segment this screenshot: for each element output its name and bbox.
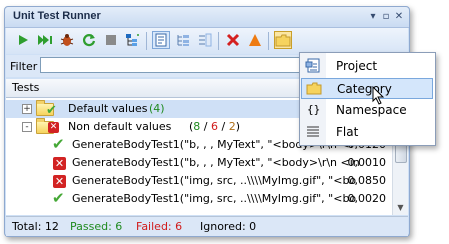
test-duration: 0,0010: [347, 156, 387, 169]
passed-count: Passed: 6: [70, 220, 123, 233]
clear-failed-icon[interactable]: [224, 31, 242, 49]
failed-x-icon: ✕: [53, 157, 66, 170]
folder-icon: [306, 81, 322, 97]
passed-check-icon: ✔: [52, 189, 65, 207]
scroll-down-icon[interactable]: ▼: [395, 201, 406, 214]
failed-x-icon: ✕: [48, 122, 59, 133]
group-count: (4): [149, 102, 165, 115]
refresh-icon[interactable]: [80, 31, 98, 49]
warning-icon[interactable]: [246, 31, 264, 49]
passed-check-icon: ✔: [46, 103, 57, 118]
menu-item-flat[interactable]: Flat: [301, 122, 433, 143]
test-name: GenerateBodyTest1("img, src, ..\\\\MyImg…: [72, 192, 357, 205]
group-by-menu: Project Category {} Namespace Flat: [299, 52, 436, 146]
group-name: Default values: [68, 102, 148, 115]
test-duration: 0,0020: [347, 192, 387, 205]
passed-check-icon: ✔: [52, 135, 65, 153]
title-bar: Unit Test Runner ▾ ▫ ✕: [5, 7, 409, 28]
expand-icon[interactable]: +: [22, 104, 32, 114]
toolbar: [6, 28, 408, 54]
project-icon: [305, 58, 321, 74]
test-duration: 0,0850: [347, 174, 387, 187]
menu-item-project[interactable]: Project: [301, 56, 433, 77]
group-by-icon[interactable]: [274, 31, 292, 49]
test-name: GenerateBodyTest1("b, , , MyText", "<bod…: [72, 156, 360, 169]
run-all-icon[interactable]: [36, 31, 54, 49]
failed-x-icon: ✕: [53, 175, 66, 188]
group-flat-icon[interactable]: [174, 31, 192, 49]
dropdown-arrow-icon[interactable]: ▾: [367, 11, 379, 23]
expand-icon[interactable]: [124, 31, 142, 49]
stop-icon[interactable]: [102, 31, 120, 49]
test-row[interactable]: ✔ GenerateBodyTest1("img, src, ..\\\\MyI…: [6, 190, 392, 208]
mouse-cursor-icon: [372, 85, 386, 106]
collapse-icon[interactable]: -: [22, 122, 32, 132]
menu-item-label: Project: [336, 59, 378, 73]
menu-item-category[interactable]: Category: [301, 78, 433, 99]
menu-item-namespace[interactable]: {} Namespace: [301, 100, 433, 121]
pin-icon[interactable]: ▫: [380, 11, 392, 23]
run-icon[interactable]: [14, 31, 32, 49]
debug-icon[interactable]: [58, 31, 76, 49]
status-bar: Total: 12 Passed: 6 Failed: 6 Ignored: 0: [6, 216, 408, 236]
ignored-count: Ignored: 0: [200, 220, 257, 233]
total-count: Total: 12: [12, 220, 59, 233]
failed-count: Failed: 6: [136, 220, 183, 233]
filter-label: Filter: [10, 60, 38, 73]
test-row[interactable]: ✕ GenerateBodyTest1("img, src, ..\\\\MyI…: [6, 172, 392, 190]
test-row[interactable]: ✕ GenerateBodyTest1("b, , , MyText", "<b…: [6, 154, 392, 172]
group-project-icon[interactable]: [152, 31, 170, 49]
menu-item-label: Flat: [336, 125, 359, 139]
test-name: GenerateBodyTest1("img, src, ..\\\\MyImg…: [72, 174, 357, 187]
tests-header-label: Tests: [12, 81, 40, 94]
group-namespace-icon[interactable]: [196, 31, 214, 49]
close-icon[interactable]: ✕: [393, 11, 405, 23]
group-counts: (8 / 6 / 2): [189, 120, 240, 133]
window-title: Unit Test Runner: [13, 10, 101, 22]
group-name: Non default values: [68, 120, 172, 133]
braces-icon: {}: [307, 103, 321, 116]
flat-list-icon: [305, 124, 321, 140]
